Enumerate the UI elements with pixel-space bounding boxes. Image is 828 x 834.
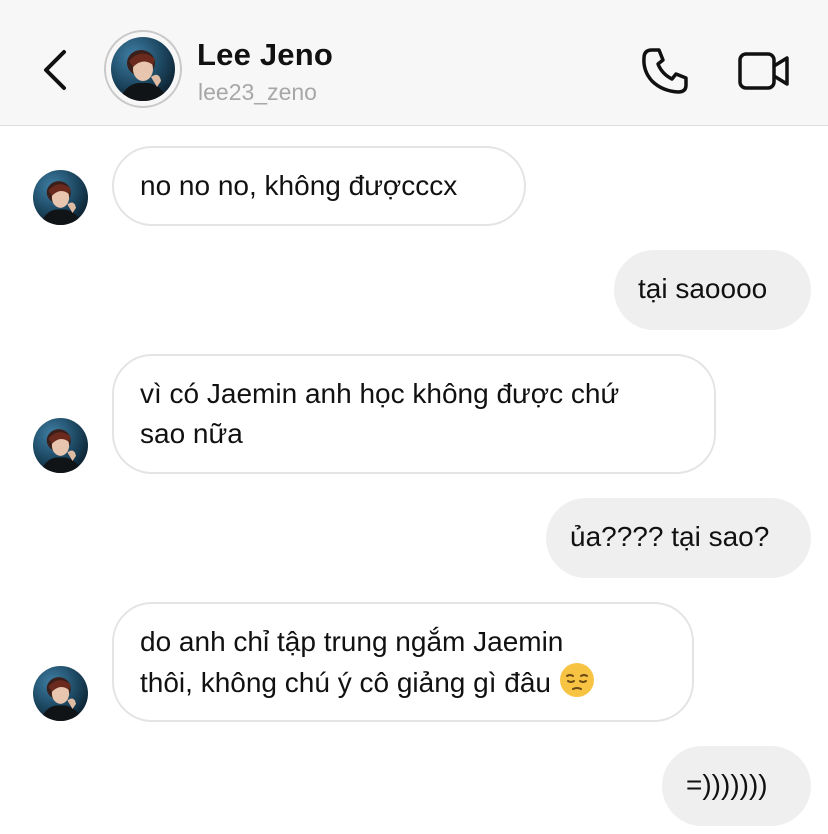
video-call-button[interactable] <box>737 50 791 92</box>
video-camera-icon <box>738 52 789 90</box>
contact-avatar[interactable] <box>104 30 182 108</box>
incoming-message[interactable]: vì có Jaemin anh học không được chứ sao … <box>112 354 716 474</box>
voice-call-button[interactable] <box>640 46 690 96</box>
sender-avatar[interactable] <box>33 666 88 721</box>
avatar-image <box>111 37 175 101</box>
back-button[interactable] <box>36 46 76 94</box>
phone-icon <box>642 48 688 94</box>
outgoing-message[interactable]: ủa???? tại sao? <box>546 498 811 578</box>
incoming-message[interactable]: no no no, không đượcccx <box>112 146 526 226</box>
incoming-message[interactable]: do anh chỉ tập trung ngắm Jaemin thôi, k… <box>112 602 694 722</box>
message-text: do anh chỉ tập trung ngắm Jaemin thôi, k… <box>140 626 564 698</box>
sender-avatar[interactable] <box>33 170 88 225</box>
sender-avatar[interactable] <box>33 418 88 473</box>
outgoing-message[interactable]: tại saoooo <box>614 250 811 330</box>
chat-header: Lee Jeno lee23_zeno <box>0 0 828 126</box>
contact-username: lee23_zeno <box>198 79 317 105</box>
contact-name[interactable]: Lee Jeno <box>197 37 333 73</box>
outgoing-message[interactable]: =))))))) <box>662 746 811 826</box>
pensive-face-emoji <box>559 663 594 697</box>
chevron-left-icon <box>44 50 66 90</box>
